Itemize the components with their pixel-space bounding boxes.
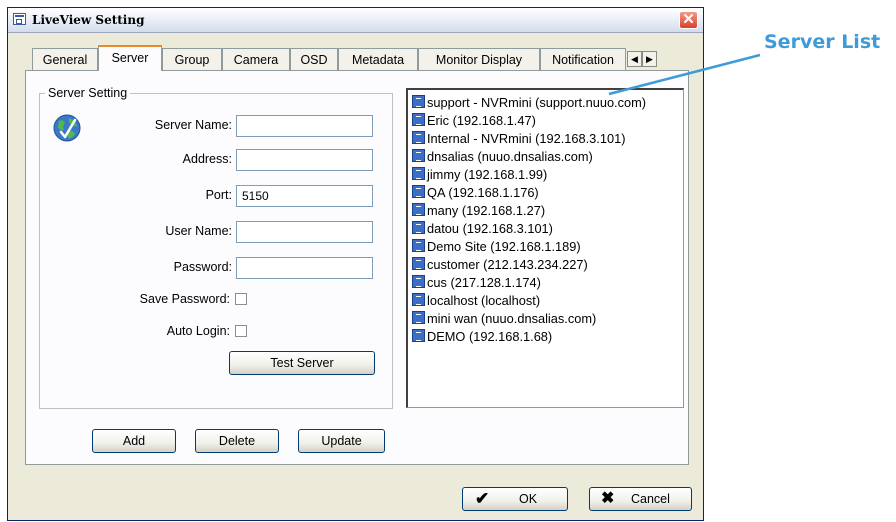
address-label: Address: <box>182 152 232 166</box>
server-icon <box>412 257 425 270</box>
server-name-label: Server Name: <box>154 118 232 132</box>
password-label: Password: <box>173 260 232 274</box>
server-list-item[interactable]: localhost (localhost) <box>412 292 540 310</box>
tab-camera[interactable]: Camera <box>222 48 290 70</box>
arrow-left-icon: ◀ <box>631 54 638 64</box>
app-icon <box>13 13 26 25</box>
tab-metadata[interactable]: Metadata <box>338 48 418 70</box>
server-icon <box>412 131 425 144</box>
ok-button[interactable]: ✔ OK <box>462 487 568 511</box>
close-icon: ✕ <box>682 11 695 28</box>
delete-button[interactable]: Delete <box>195 429 279 453</box>
server-list-item[interactable]: many (192.168.1.27) <box>412 202 545 220</box>
server-setting-legend: Server Setting <box>45 86 131 100</box>
test-server-button[interactable]: Test Server <box>229 351 375 375</box>
server-list-item[interactable]: customer (212.143.234.227) <box>412 256 588 274</box>
port-label: Port: <box>205 188 232 202</box>
server-icon <box>412 293 425 306</box>
server-icon <box>412 221 425 234</box>
server-list-item[interactable]: support - NVRmini (support.nuuo.com) <box>412 94 646 112</box>
server-list-item[interactable]: dnsalias (nuuo.dnsalias.com) <box>412 148 593 166</box>
server-icon <box>412 239 425 252</box>
window-title: LiveView Setting <box>32 13 145 27</box>
user-name-input[interactable] <box>236 221 373 243</box>
server-icon <box>412 113 425 126</box>
title-bar[interactable]: LiveView Setting ✕ <box>8 8 703 33</box>
server-icon <box>412 185 425 198</box>
password-input[interactable] <box>236 257 373 279</box>
save-password-checkbox[interactable] <box>235 293 247 305</box>
server-icon <box>412 95 425 108</box>
server-list-item[interactable]: jimmy (192.168.1.99) <box>412 166 547 184</box>
server-list-item[interactable]: QA (192.168.1.176) <box>412 184 539 202</box>
server-icon <box>412 203 425 216</box>
add-button[interactable]: Add <box>92 429 176 453</box>
checkmark-icon: ✔ <box>475 489 490 508</box>
server-icon <box>412 275 425 288</box>
cancel-button[interactable]: ✖ Cancel <box>589 487 692 511</box>
auto-login-label: Auto Login: <box>166 324 230 338</box>
server-list-item[interactable]: Demo Site (192.168.1.189) <box>412 238 581 256</box>
tab-notification[interactable]: Notification <box>540 48 626 70</box>
tab-scroll-right-button[interactable]: ▶ <box>642 51 657 67</box>
server-list-item[interactable]: Internal - NVRmini (192.168.3.101) <box>412 130 625 148</box>
server-icon <box>412 311 425 324</box>
arrow-right-icon: ▶ <box>646 54 653 64</box>
server-list-item[interactable]: mini wan (nuuo.dnsalias.com) <box>412 310 596 328</box>
server-name-input[interactable] <box>236 115 373 137</box>
tab-server[interactable]: Server <box>98 45 162 71</box>
address-input[interactable] <box>236 149 373 171</box>
port-input[interactable]: 5150 <box>236 185 373 207</box>
update-button[interactable]: Update <box>298 429 385 453</box>
server-icon <box>412 329 425 342</box>
server-list-item[interactable]: datou (192.168.3.101) <box>412 220 553 238</box>
tab-osd[interactable]: OSD <box>290 48 338 70</box>
tab-general[interactable]: General <box>32 48 98 70</box>
tab-monitor-display[interactable]: Monitor Display <box>418 48 540 70</box>
x-icon: ✖ <box>601 490 615 507</box>
auto-login-checkbox[interactable] <box>235 325 247 337</box>
tab-scroll-left-button[interactable]: ◀ <box>627 51 642 67</box>
user-name-label: User Name: <box>165 224 232 238</box>
save-password-label: Save Password: <box>139 292 230 306</box>
server-list-callout: Server List <box>764 31 881 53</box>
server-list-item[interactable]: DEMO (192.168.1.68) <box>412 328 552 346</box>
globe-icon <box>53 114 81 142</box>
server-list[interactable]: support - NVRmini (support.nuuo.com) Eri… <box>406 88 684 408</box>
server-list-item[interactable]: cus (217.128.1.174) <box>412 274 541 292</box>
tab-group[interactable]: Group <box>162 48 222 70</box>
server-icon <box>412 167 425 180</box>
server-list-item[interactable]: Eric (192.168.1.47) <box>412 112 536 130</box>
server-icon <box>412 149 425 162</box>
close-button[interactable]: ✕ <box>679 11 698 29</box>
